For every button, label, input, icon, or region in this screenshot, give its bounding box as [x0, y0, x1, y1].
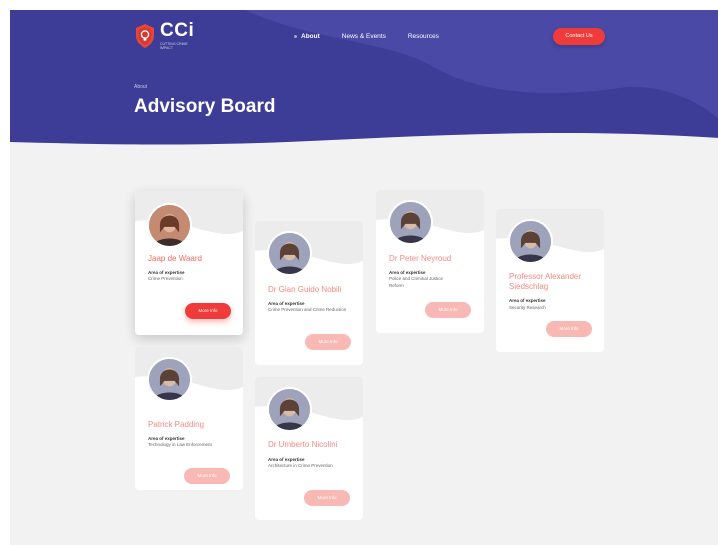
advisor-name: Dr Peter Neyroud [389, 254, 452, 263]
avatar [147, 357, 192, 402]
nav-item-news-events[interactable]: News & Events [342, 33, 386, 40]
contact-us-button[interactable]: Contact Us [553, 28, 605, 45]
more-info-button[interactable]: More Info [305, 334, 351, 350]
hero-banner: CCi CUTTING CRIME IMPACT About News & Ev… [10, 10, 718, 160]
expertise-value: Architecture in Crime Prevention [268, 463, 333, 468]
more-info-button[interactable]: More Info [184, 468, 230, 484]
more-info-button[interactable]: More Info [546, 321, 592, 337]
avatar [267, 231, 312, 276]
page-frame: CCi CUTTING CRIME IMPACT About News & Ev… [10, 10, 718, 545]
active-dot-icon [294, 34, 297, 38]
advisor-name: Jaap de Waard [148, 254, 202, 263]
expertise-label: Area of expertise [268, 301, 305, 306]
advisor-card[interactable]: Dr Umberto Nicolini Area of expertise Ar… [255, 377, 363, 520]
page-title: Advisory Board [134, 96, 276, 117]
advisor-name: Patrick Padding [148, 420, 205, 429]
portrait-photo [149, 359, 190, 400]
expertise-value: Crime Prevention [148, 276, 183, 281]
portrait-photo [269, 389, 310, 430]
expertise-value: Police and Criminal Justice Reform [389, 276, 444, 288]
portrait-photo [149, 205, 190, 246]
cci-logo[interactable]: CCi CUTTING CRIME IMPACT [134, 20, 195, 50]
advisor-name: Professor Alexander Siedschlag [509, 272, 582, 291]
advisor-card[interactable]: Dr Gian Guido Nobili Area of expertise C… [255, 221, 363, 365]
shield-lightbulb-icon [136, 24, 154, 48]
logo-tagline: CUTTING CRIME IMPACT [160, 42, 188, 50]
portrait-photo [510, 221, 551, 262]
expertise-label: Area of expertise [148, 270, 185, 275]
advisor-card[interactable]: Dr Peter Neyroud Area of expertise Polic… [376, 190, 484, 333]
nav-item-about[interactable]: About [294, 33, 320, 40]
advisor-card[interactable]: Professor Alexander Siedschlag Area of e… [496, 209, 604, 352]
logo-wordmark: CCi [160, 20, 195, 41]
avatar [147, 203, 192, 248]
more-info-button[interactable]: More Info [185, 303, 231, 319]
advisor-card[interactable]: Jaap de Waard Area of expertise Crime Pr… [135, 191, 243, 335]
portrait-photo [390, 202, 431, 243]
advisor-name: Dr Gian Guido Nobili [268, 285, 342, 294]
breadcrumb[interactable]: About [134, 84, 147, 90]
more-info-button[interactable]: More Info [304, 490, 350, 506]
avatar [388, 200, 433, 245]
expertise-label: Area of expertise [389, 270, 426, 275]
expertise-label: Area of expertise [509, 298, 546, 303]
nav-item-resources[interactable]: Resources [408, 33, 439, 40]
portrait-photo [269, 233, 310, 274]
expertise-value: Security Research [509, 305, 546, 310]
advisor-card[interactable]: Patrick Padding Area of expertise Techno… [135, 347, 243, 490]
more-info-button[interactable]: More Info [425, 302, 471, 318]
avatar [508, 219, 553, 264]
expertise-label: Area of expertise [148, 436, 185, 441]
avatar [267, 387, 312, 432]
main-nav: About News & Events Resources [294, 33, 461, 40]
expertise-value: Technology in Law Enforcement [148, 442, 212, 447]
expertise-value: Crime Prevention and Crime Reduction [268, 307, 347, 312]
expertise-label: Area of expertise [268, 457, 305, 462]
advisor-name: Dr Umberto Nicolini [268, 440, 338, 449]
nav-item-about-label: About [301, 33, 320, 40]
